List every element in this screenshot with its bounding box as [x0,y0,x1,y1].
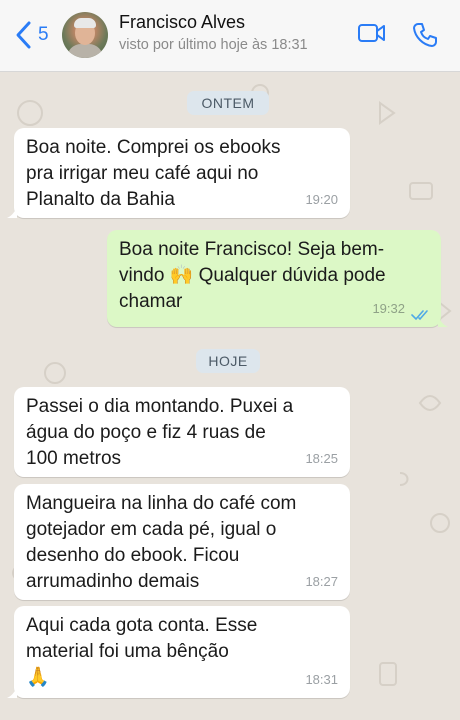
phone-icon[interactable] [412,22,438,48]
message-incoming[interactable]: Passei o dia montando. Puxei a água do p… [14,387,350,477]
message-incoming[interactable]: Aqui cada gota conta. Esse material foi … [7,606,350,698]
message-time: 18:31 [305,672,338,687]
double-check-icon [411,310,428,321]
message-time: 18:25 [305,451,338,466]
message-text: Passei o dia montando. Puxei a água do p… [26,396,294,469]
date-divider-yesterday: ONTEM [187,91,269,115]
unread-count: 5 [38,24,49,45]
message-text: Aqui cada gota conta. Esse material foi … [26,615,258,688]
message-text: Mangueira na linha do café com gotejador… [26,493,297,592]
message-outgoing[interactable]: Boa noite Francisco! Seja bem- vindo 🙌 Q… [107,230,448,327]
message-incoming[interactable]: Boa noite. Comprei os ebooks pra irrigar… [7,128,350,218]
date-divider-today: HOJE [196,349,260,373]
chat-area[interactable]: ONTEM Boa noite. Comprei os ebooks pra i… [0,73,460,720]
video-camera-icon[interactable] [357,22,387,44]
message-incoming[interactable]: Mangueira na linha do café com gotejador… [14,484,350,600]
avatar[interactable] [62,12,108,58]
chevron-left-icon [16,21,31,49]
message-time: 19:20 [305,192,338,207]
message-time: 19:32 [372,301,405,316]
back-button[interactable]: 5 [14,20,49,50]
message-text: Boa noite. Comprei os ebooks pra irrigar… [26,137,281,210]
contact-name[interactable]: Francisco Alves [119,12,245,33]
message-time: 18:27 [305,574,338,589]
chat-header: 5 Francisco Alves visto por último hoje … [0,0,460,72]
last-seen-status: visto por último hoje às 18:31 [119,37,308,53]
